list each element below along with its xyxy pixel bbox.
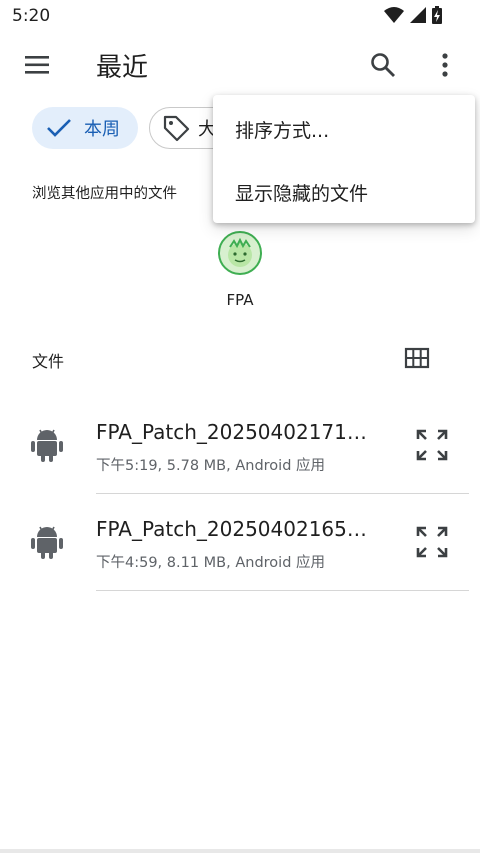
- menu-item-sort[interactable]: 排序方式...: [235, 116, 329, 143]
- battery-icon: [432, 6, 442, 24]
- search-icon[interactable]: [368, 50, 398, 80]
- row-divider: [96, 493, 469, 494]
- fpa-app-label: FPA: [226, 291, 254, 309]
- files-heading: 文件: [32, 352, 65, 371]
- status-time: 5:20: [12, 6, 51, 26]
- file-row[interactable]: FPA_Patch_20250402171… 下午5:19, 5.78 MB, …: [0, 398, 480, 495]
- bottom-edge: [0, 849, 480, 853]
- wifi-icon: [384, 7, 404, 23]
- status-icons: [384, 6, 442, 24]
- chip-this-week[interactable]: 本周: [32, 107, 138, 149]
- android-icon: [31, 429, 63, 462]
- file-name: FPA_Patch_20250402171…: [96, 420, 367, 444]
- fpa-app-icon[interactable]: [218, 231, 262, 275]
- file-row[interactable]: FPA_Patch_20250402165… 下午4:59, 8.11 MB, …: [0, 495, 480, 592]
- file-name: FPA_Patch_20250402165…: [96, 517, 367, 541]
- menu-item-show-hidden[interactable]: 显示隐藏的文件: [235, 179, 368, 206]
- row-divider: [96, 590, 469, 591]
- grid-view-icon[interactable]: [404, 346, 430, 370]
- tag-icon: [163, 115, 190, 142]
- android-icon: [31, 526, 63, 559]
- menu-icon[interactable]: [22, 50, 52, 80]
- expand-icon[interactable]: [414, 427, 450, 463]
- page-title: 最近: [96, 53, 149, 83]
- more-vert-icon[interactable]: [432, 50, 458, 80]
- check-icon: [47, 119, 71, 137]
- chip-this-week-label: 本周: [84, 119, 120, 140]
- signal-icon: [410, 7, 426, 23]
- overflow-menu: 排序方式... 显示隐藏的文件: [213, 95, 475, 223]
- browse-heading: 浏览其他应用中的文件: [32, 186, 177, 202]
- file-meta: 下午5:19, 5.78 MB, Android 应用: [96, 458, 326, 474]
- file-meta: 下午4:59, 8.11 MB, Android 应用: [96, 555, 326, 571]
- expand-icon[interactable]: [414, 524, 450, 560]
